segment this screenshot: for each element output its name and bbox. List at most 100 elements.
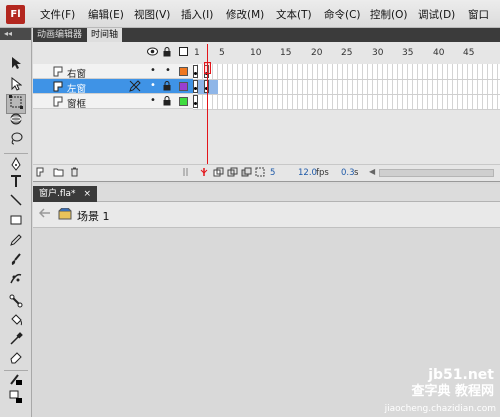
keyframe[interactable] xyxy=(193,95,198,108)
close-icon[interactable]: × xyxy=(84,189,92,199)
frame-row-line xyxy=(193,94,500,95)
layer-icon xyxy=(53,96,64,107)
frame-row-line xyxy=(193,79,500,80)
stage-area[interactable]: jb51.net 查字典 教程网 jiaocheng.chazidian.com xyxy=(33,228,500,417)
eraser-tool-icon[interactable] xyxy=(6,350,26,370)
lock-icon[interactable] xyxy=(163,96,171,109)
keyframe[interactable] xyxy=(193,80,198,93)
tab-motion-editor[interactable]: 动画编辑器 xyxy=(33,28,86,42)
free-transform-tool-icon[interactable] xyxy=(6,94,26,114)
ruler-label: 25 xyxy=(341,48,353,58)
onion-skin-icon[interactable] xyxy=(213,167,224,180)
layer-list: 右窗 • • 左窗 • 窗框 • xyxy=(33,64,193,110)
menu-insert[interactable]: 插入(I) xyxy=(181,7,213,22)
eyedropper-tool-icon[interactable] xyxy=(6,332,26,352)
fps-value[interactable]: 12.0 xyxy=(298,168,317,178)
layer-name[interactable]: 右窗 xyxy=(67,66,86,80)
layer-color-swatch[interactable] xyxy=(179,67,188,76)
stroke-color-icon[interactable] xyxy=(6,372,26,392)
frame-grid[interactable] xyxy=(193,62,500,110)
visibility-dot[interactable]: • xyxy=(150,95,156,106)
document-tab-label: 窗户.fla* xyxy=(39,189,76,199)
scene-breadcrumb-bar: 场景 1 xyxy=(33,202,500,228)
timeline-panel-tabs: 动画编辑器 时间轴 xyxy=(33,28,500,42)
rectangle-tool-icon[interactable] xyxy=(6,213,26,233)
keyframe[interactable] xyxy=(193,65,198,78)
scene-label[interactable]: 场景 1 xyxy=(77,208,110,224)
playhead[interactable] xyxy=(207,44,208,177)
menu-debug[interactable]: 调试(D) xyxy=(418,7,455,22)
lock-icon[interactable] xyxy=(163,47,171,60)
menu-window[interactable]: 窗口 xyxy=(468,7,489,22)
3d-rotation-tool-icon[interactable] xyxy=(6,112,26,132)
lasso-tool-icon[interactable] xyxy=(6,131,26,151)
lock-icon[interactable] xyxy=(163,81,171,94)
bone-tool-icon[interactable] xyxy=(6,294,26,314)
ruler-label: 5 xyxy=(219,48,225,58)
scroll-left-icon[interactable]: ◀ xyxy=(369,167,375,176)
menu-text[interactable]: 文本(T) xyxy=(276,7,312,22)
fill-color-icon[interactable] xyxy=(6,390,26,410)
layer-row[interactable]: 右窗 • • xyxy=(33,64,193,80)
center-frame-icon[interactable] xyxy=(200,167,208,180)
new-folder-icon[interactable] xyxy=(53,167,64,180)
menu-modify[interactable]: 修改(M) xyxy=(226,7,264,22)
frame-cells[interactable] xyxy=(193,64,500,109)
elapsed-time-value[interactable]: 0.3 xyxy=(341,168,355,178)
menu-commands[interactable]: 命令(C) xyxy=(324,7,361,22)
back-arrow-icon[interactable] xyxy=(38,207,51,221)
delete-layer-icon[interactable] xyxy=(70,167,79,180)
flash-logo: Fl xyxy=(6,5,25,24)
lock-dot[interactable]: • xyxy=(165,65,171,76)
menu-edit[interactable]: 编辑(E) xyxy=(88,7,124,22)
tools-divider xyxy=(4,153,28,154)
tools-panel: ◂◂ xyxy=(0,28,32,417)
layer-icon xyxy=(53,81,64,92)
layer-color-swatch[interactable] xyxy=(179,97,188,106)
line-tool-icon[interactable] xyxy=(6,193,26,213)
scene-icon xyxy=(58,207,72,220)
flash-app-window: Fl 文件(F) 编辑(E) 视图(V) 插入(I) 修改(M) 文本(T) 命… xyxy=(0,0,500,417)
timeline-footer: 5 12.0 fps 0.3 s ◀ xyxy=(33,164,500,180)
current-frame-value[interactable]: 5 xyxy=(270,168,275,178)
fps-unit: fps xyxy=(316,168,329,178)
visibility-dot[interactable]: • xyxy=(150,80,156,91)
edit-multiple-frames-icon[interactable] xyxy=(241,167,252,180)
layer-name[interactable]: 窗框 xyxy=(67,96,86,110)
document-tab[interactable]: 窗户.fla* × xyxy=(33,186,98,202)
ruler-label: 35 xyxy=(402,48,414,58)
watermark: jb51.net 查字典 教程网 jiaocheng.chazidian.com xyxy=(350,347,500,417)
visibility-dot[interactable]: • xyxy=(150,65,156,76)
brush-tool-icon[interactable] xyxy=(6,252,26,272)
ruler-label: 30 xyxy=(372,48,384,58)
deco-tool-icon[interactable] xyxy=(6,271,26,291)
onion-skin-outline-icon[interactable] xyxy=(227,167,238,180)
outline-icon[interactable] xyxy=(179,47,188,59)
time-unit: s xyxy=(354,168,359,178)
new-layer-icon[interactable] xyxy=(36,167,46,180)
tools-collapse-bar[interactable]: ◂◂ xyxy=(0,28,31,40)
tools-divider xyxy=(4,370,28,371)
layer-row[interactable]: 窗框 • xyxy=(33,94,193,110)
pencil-icon xyxy=(129,80,141,95)
document-tab-bar: 窗户.fla* × xyxy=(33,184,500,202)
watermark-text: 查字典 教程网 xyxy=(411,384,494,399)
horizontal-scrollbar[interactable] xyxy=(379,169,494,177)
ruler-label: 1 xyxy=(194,48,200,58)
selection-tool-icon[interactable] xyxy=(6,56,26,76)
layer-row-selected[interactable]: 左窗 • xyxy=(33,79,193,95)
text-tool-icon[interactable] xyxy=(6,174,26,194)
pencil-tool-icon[interactable] xyxy=(6,233,26,253)
ruler-label: 45 xyxy=(463,48,475,58)
modify-markers-icon[interactable] xyxy=(255,167,265,180)
scroll-icon[interactable] xyxy=(183,167,189,180)
frame-row-line xyxy=(193,109,500,110)
tab-timeline[interactable]: 时间轴 xyxy=(87,28,123,42)
eye-icon[interactable] xyxy=(147,47,158,59)
layer-name[interactable]: 左窗 xyxy=(67,81,86,95)
menu-view[interactable]: 视图(V) xyxy=(134,7,170,22)
layer-color-swatch[interactable] xyxy=(179,82,188,91)
paint-bucket-tool-icon[interactable] xyxy=(6,313,26,333)
menu-control[interactable]: 控制(O) xyxy=(370,7,407,22)
menu-file[interactable]: 文件(F) xyxy=(40,7,75,22)
